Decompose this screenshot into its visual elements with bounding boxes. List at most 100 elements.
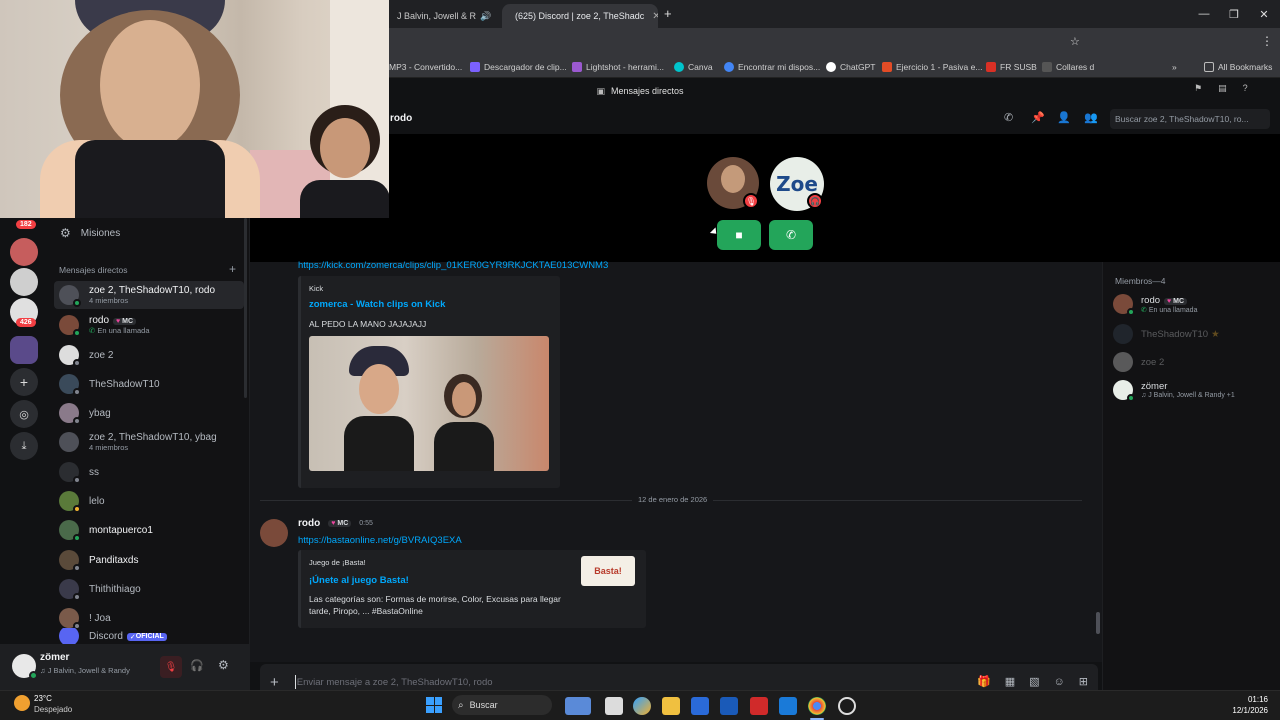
bookmark[interactable]: FR SUSB <box>986 59 1037 75</box>
dm-item[interactable]: Discord ✓ OFICIAL <box>54 628 244 644</box>
store-icon[interactable] <box>691 697 709 715</box>
search-input[interactable]: Buscar zoe 2, TheShadowT10, ro... <box>1110 109 1270 129</box>
minimize-icon[interactable]: — <box>1188 0 1220 28</box>
bookmark[interactable]: MP3 - Convertido... <box>389 59 462 75</box>
help-icon[interactable]: ? <box>1243 83 1248 94</box>
browser-tab[interactable]: J Balvin, Jowell & R 🔊 ✕ <box>389 4 499 28</box>
video-camera-icon: ■ <box>735 228 743 242</box>
dm-item[interactable]: Panditaxds <box>54 546 244 574</box>
task-view-icon[interactable] <box>605 697 623 715</box>
add-friend-icon[interactable]: 👤 <box>1057 111 1071 124</box>
dm-item[interactable]: zoe 2, TheShadowT10, ybag 4 miembros <box>54 428 244 456</box>
author-avatar[interactable] <box>260 519 288 547</box>
mcafee-icon[interactable] <box>750 697 768 715</box>
dm-item[interactable]: zoe 2 <box>54 341 244 369</box>
headphones-icon[interactable]: 🎧 <box>190 659 204 672</box>
message-input[interactable]: Enviar mensaje a zoe 2, TheShadowT10, ro… <box>297 677 493 688</box>
message-link[interactable]: https://kick.com/zomerca/clips/clip_01KE… <box>298 260 638 272</box>
member-item[interactable]: zömer ♫ J Balvin, Jowell & Randy +1 <box>1113 380 1235 402</box>
members-list-icon[interactable]: 👥 <box>1084 111 1098 124</box>
menu-dots-icon[interactable]: ⋮ <box>1261 34 1273 48</box>
star-icon[interactable]: ☆ <box>1070 35 1080 48</box>
dm-item[interactable]: lelo <box>54 487 244 515</box>
username[interactable]: zömer <box>40 652 69 663</box>
avatar[interactable] <box>12 654 38 680</box>
bookmark[interactable]: Ejercicio 1 - Pasiva e... <box>882 59 982 75</box>
author-name[interactable]: rodo <box>298 518 320 529</box>
sidebar-scrollbar[interactable] <box>244 218 247 398</box>
speaker-icon: 🔊 <box>480 10 492 21</box>
dm-item[interactable]: TheShadowT10 <box>54 370 244 398</box>
settings-icon[interactable] <box>838 697 856 715</box>
bookmark[interactable]: Encontrar mi dispos... <box>724 59 820 75</box>
add-server-icon[interactable]: + <box>10 368 38 396</box>
dm-item[interactable]: zoe 2, TheShadowT10, rodo 4 miembros <box>54 281 244 309</box>
join-call-button[interactable]: ✆ <box>769 220 813 250</box>
close-window-icon[interactable]: ✕ <box>1248 0 1280 28</box>
outlook-icon[interactable] <box>779 697 797 715</box>
copilot-icon[interactable] <box>633 697 651 715</box>
windows-start-icon[interactable] <box>426 697 442 713</box>
quests-item[interactable]: ⚙ Misiones <box>60 226 120 240</box>
dell-icon[interactable] <box>720 697 738 715</box>
server-list: 182 426 + ◎ ⤓ <box>0 218 50 690</box>
server-folder-icon[interactable] <box>10 336 38 364</box>
mute-mic-icon[interactable]: 🎙 <box>160 656 182 678</box>
clan-tag: ♥ MC <box>1164 297 1188 305</box>
bookmark[interactable]: Collares d <box>1042 59 1094 75</box>
taskbar-search[interactable]: ⌕ Buscar <box>452 695 552 715</box>
member-item[interactable]: zoe 2 <box>1113 352 1164 372</box>
member-item[interactable]: rodo ♥ MC ✆ En una llamada <box>1113 294 1197 316</box>
all-bookmarks[interactable]: All Bookmarks <box>1204 59 1272 75</box>
weather-temp[interactable]: 23°C <box>34 694 52 703</box>
avatar <box>59 579 81 601</box>
clock-date: 12/1/2026 <box>1232 706 1268 715</box>
download-icon[interactable]: ⤓ <box>10 432 38 460</box>
gif-icon[interactable]: ▦ <box>1005 675 1015 688</box>
member-name: zoe 2 <box>1141 356 1165 368</box>
close-tab-icon[interactable]: ✕ <box>652 11 658 22</box>
chat-scrollbar[interactable] <box>1096 612 1100 634</box>
chrome-icon[interactable] <box>808 697 826 715</box>
browser-tab-active[interactable]: (625) Discord | zoe 2, TheShadc ✕ <box>502 4 658 28</box>
new-dm-icon[interactable]: + <box>229 262 236 276</box>
inbox-icon[interactable]: ▤ <box>1218 83 1227 94</box>
file-explorer-icon[interactable] <box>662 697 680 715</box>
server-icon[interactable] <box>10 238 38 266</box>
bookmark[interactable]: Lightshot - herrami... <box>572 59 664 75</box>
dm-item[interactable]: Thithithiago <box>54 575 244 603</box>
flag-icon[interactable]: ⚑ <box>1194 83 1202 94</box>
embed-title[interactable]: ¡Únete al juego Basta! <box>309 575 409 586</box>
clip-thumbnail[interactable] <box>309 336 549 471</box>
message-link[interactable]: https://bastaonline.net/g/BVRAIQ3EXA <box>298 535 462 546</box>
dm-item[interactable]: ybag <box>54 399 244 427</box>
discover-icon[interactable]: ◎ <box>10 400 38 428</box>
member-status: J Balvin, Jowell & Randy +1 <box>1148 392 1235 399</box>
settings-gear-icon[interactable]: ⚙ <box>218 658 229 672</box>
server-icon[interactable] <box>10 268 38 296</box>
gift-icon[interactable]: 🎁 <box>977 675 991 688</box>
embed-thumbnail[interactable]: Basta! <box>581 556 635 586</box>
bookmark[interactable]: Canva <box>674 59 713 75</box>
more-bookmarks-icon[interactable]: » <box>1172 59 1177 75</box>
member-item[interactable]: TheShadowT10 ★ <box>1113 324 1220 344</box>
dm-item[interactable]: rodo ♥ MC ✆ En una llamada <box>54 311 244 339</box>
bookmark[interactable]: Descargador de clip... <box>470 59 567 75</box>
call-icon[interactable]: ✆ <box>1004 111 1013 124</box>
widgets-icon[interactable] <box>565 697 591 715</box>
dm-item[interactable]: montapuerco1 <box>54 516 244 544</box>
system-clock[interactable]: 01:16 12/1/2026 <box>1232 694 1268 716</box>
emoji-icon[interactable]: ☺ <box>1054 675 1065 688</box>
apps-icon[interactable]: ⊞ <box>1079 675 1088 688</box>
chatgpt-icon <box>826 62 836 72</box>
sticker-icon[interactable]: ▧ <box>1029 675 1039 688</box>
restore-icon[interactable]: ❐ <box>1218 0 1250 28</box>
heart-icon: ♥ <box>116 318 121 325</box>
new-tab-icon[interactable]: + <box>664 6 672 21</box>
dm-item[interactable]: ss <box>54 458 244 486</box>
add-attachment-icon[interactable]: + <box>270 674 279 691</box>
bookmark[interactable]: ChatGPT <box>826 59 875 75</box>
pin-icon[interactable]: 📌 <box>1031 111 1045 124</box>
embed-title[interactable]: zomerca - Watch clips on Kick <box>309 299 445 310</box>
start-video-button[interactable]: ■ <box>717 220 761 250</box>
